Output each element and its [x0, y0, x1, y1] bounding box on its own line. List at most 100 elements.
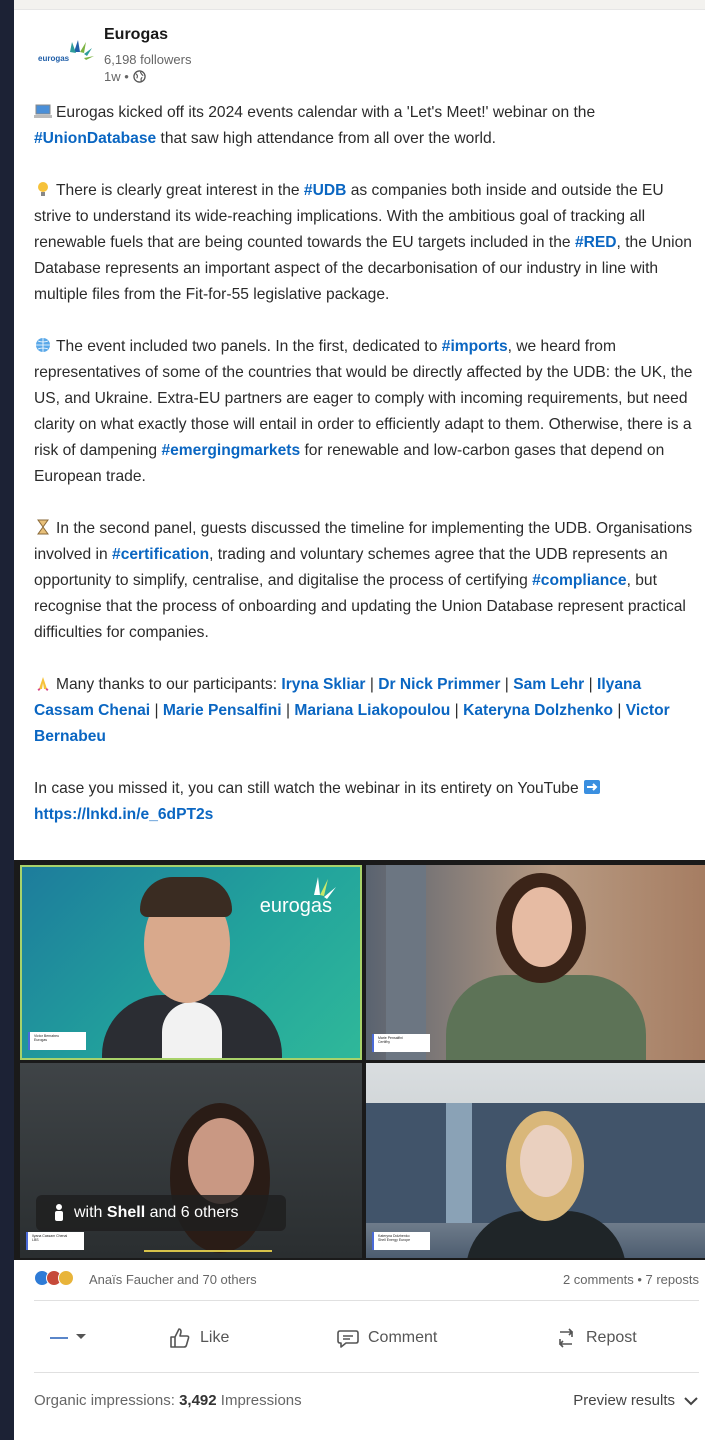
follower-count: 6,198 followers	[104, 52, 192, 67]
time-text: 1w •	[104, 69, 129, 84]
separator: |	[369, 676, 374, 693]
wall-stripe	[446, 1103, 472, 1223]
post-body: Eurogas kicked off its 2024 events calen…	[34, 100, 694, 854]
paragraph-text: The event included two panels. In the fi…	[56, 338, 438, 355]
divider	[34, 1372, 699, 1373]
post-header: eurogas Eurogas 6,198 followers 1w •	[34, 22, 674, 92]
video-tile-kateryna: Kateryna Dolzhenko Shell Energy Europe	[366, 1063, 705, 1258]
video-tile-marie: Marie Pensalfini Certifhy	[366, 865, 705, 1060]
paragraph-text: Many thanks to our participants:	[56, 676, 278, 693]
paragraph-text: , we heard from representatives of some …	[34, 338, 693, 459]
comment-label: Comment	[368, 1329, 438, 1346]
paragraph-text: that saw high attendance from all over t…	[160, 130, 496, 147]
eurogas-mark-icon	[314, 877, 336, 899]
person-hair	[140, 877, 232, 917]
mention-iryna-skliar[interactable]: Iryna Skliar	[281, 676, 365, 693]
nametag-marie: Marie Pensalfini Certifhy	[372, 1034, 430, 1052]
nametag-kateryna: Kateryna Dolzhenko Shell Energy Europe	[372, 1232, 430, 1250]
post-card: eurogas Eurogas 6,198 followers 1w • Eur…	[14, 0, 705, 1440]
person-head	[188, 1118, 254, 1204]
like-button[interactable]: Like	[168, 1326, 229, 1350]
mention-mariana-liakopoulou[interactable]: Mariana Liakopoulou	[294, 702, 450, 719]
window-frame	[0, 0, 14, 1440]
hashtag-udb[interactable]: #UDB	[304, 182, 346, 199]
top-strip	[14, 0, 705, 10]
tagged-people-button[interactable]: with Shell and 6 others	[36, 1195, 286, 1231]
paragraph-4: In the second panel, guests discussed th…	[34, 516, 694, 646]
person-icon	[55, 1204, 63, 1221]
youtube-link[interactable]: https://lnkd.in/e_6dPT2s	[34, 806, 213, 823]
separator: |	[285, 702, 291, 719]
pray-emoji-icon	[37, 677, 49, 691]
paragraph-5: Many thanks to our participants: Iryna S…	[34, 672, 694, 750]
paragraph-2: There is clearly great interest in the #…	[34, 178, 694, 308]
repost-button[interactable]: Repost	[554, 1326, 637, 1350]
nametag-org: Shell Energy Europe	[378, 1238, 411, 1242]
like-label: Like	[200, 1329, 230, 1346]
impressions-label: Organic impressions:	[34, 1392, 175, 1409]
reactions-text[interactable]: Anaïs Faucher and 70 others	[89, 1272, 257, 1287]
repost-icon	[558, 1328, 574, 1348]
reaction-icons[interactable]	[34, 1270, 74, 1286]
person-body	[446, 975, 646, 1060]
social-counts: Anaïs Faucher and 70 others 2 comments •…	[34, 1268, 699, 1294]
post-time: 1w •	[104, 69, 146, 84]
preview-results-button[interactable]: Preview results	[573, 1392, 699, 1409]
globe-emoji-icon	[36, 338, 50, 352]
mention-kateryna-dolzhenko[interactable]: Kateryna Dolzhenko	[463, 702, 613, 719]
hashtag-imports[interactable]: #imports	[442, 338, 508, 355]
hashtag-red[interactable]: #RED	[575, 234, 617, 251]
nametag-org: Eurogas	[34, 1038, 48, 1042]
comments-reposts-count[interactable]: 2 comments • 7 reposts	[563, 1272, 699, 1287]
mention-sam-lehr[interactable]: Sam Lehr	[513, 676, 584, 693]
nametag-org: LBS	[32, 1238, 39, 1242]
chevron-down-icon	[684, 1396, 698, 1405]
divider	[34, 1300, 699, 1301]
comment-button[interactable]: Comment	[336, 1326, 437, 1350]
nametag-ilyana: Ilyana Cassam Chenai LBS	[26, 1232, 84, 1250]
video-tile-victor: eurogas Victor Bernabeu Eurogas	[20, 865, 362, 1060]
paragraph-1: Eurogas kicked off its 2024 events calen…	[34, 100, 694, 152]
separator: |	[588, 676, 593, 693]
hashtag-compliance[interactable]: #compliance	[532, 572, 626, 589]
impressions-bar: Organic impressions: 3,492 Impressions P…	[34, 1392, 699, 1422]
tag-company: Shell	[106, 1204, 146, 1221]
hashtag-uniondatabase[interactable]: #UnionDatabase	[34, 130, 156, 147]
like-icon	[170, 1328, 190, 1348]
impressions-value: 3,492	[179, 1392, 217, 1409]
separator: |	[504, 676, 509, 693]
preview-results-label: Preview results	[573, 1392, 675, 1409]
paragraph-3: The event included two panels. In the fi…	[34, 334, 694, 490]
lightbulb-emoji-icon	[38, 182, 48, 196]
insightful-reaction-icon	[58, 1270, 74, 1286]
laptop-emoji-icon	[34, 104, 52, 118]
shirt	[162, 1002, 222, 1058]
chevron-down-icon	[50, 1334, 86, 1339]
paragraph-6: In case you missed it, you can still wat…	[34, 776, 694, 828]
window-bg	[386, 865, 426, 1060]
hashtag-certification[interactable]: #certification	[112, 546, 209, 563]
separator: |	[454, 702, 459, 719]
paragraph-text: There is clearly great interest in the	[56, 182, 300, 199]
comment-icon	[337, 1330, 359, 1348]
person-head	[520, 1125, 572, 1197]
reaction-picker-button[interactable]	[50, 1326, 90, 1346]
mention-nick-primmer[interactable]: Dr Nick Primmer	[378, 676, 500, 693]
tag-prefix: with	[74, 1204, 103, 1221]
hashtag-emergingmarkets[interactable]: #emergingmarkets	[161, 442, 300, 459]
arrow-right-emoji-icon	[583, 780, 600, 794]
action-bar: Like Comment Repost	[34, 1310, 699, 1365]
nametag-org: Certifhy	[378, 1040, 391, 1044]
separator: |	[617, 702, 622, 719]
repost-label: Repost	[586, 1329, 637, 1346]
globe-icon	[133, 70, 146, 83]
mention-marie-pensalfini[interactable]: Marie Pensalfini	[163, 702, 282, 719]
person-head	[512, 887, 572, 967]
paragraph-text: Eurogas kicked off its 2024 events calen…	[56, 104, 596, 121]
author-logo[interactable]: eurogas	[34, 34, 106, 74]
separator: |	[154, 702, 159, 719]
author-name[interactable]: Eurogas	[104, 26, 168, 44]
paragraph-text: In case you missed it, you can still wat…	[34, 780, 579, 797]
nametag-victor: Victor Bernabeu Eurogas	[28, 1032, 86, 1050]
hourglass-emoji-icon	[37, 519, 49, 535]
